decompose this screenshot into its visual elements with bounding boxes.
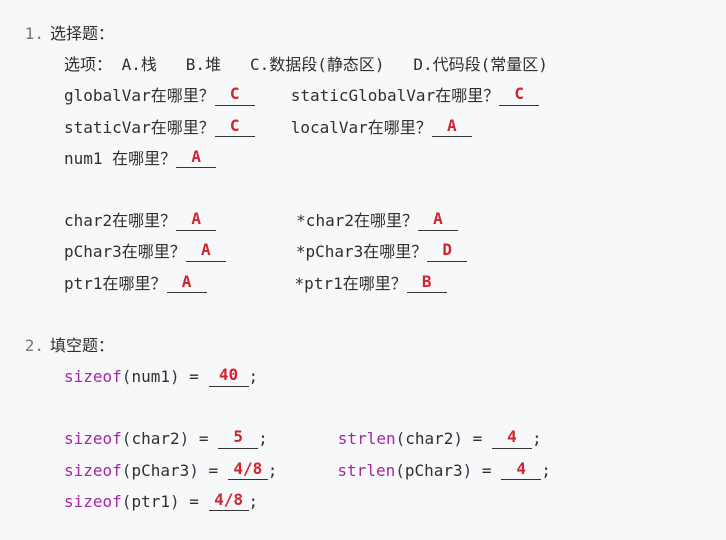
q1-options-text: 选项： A.栈 B.堆 C.数据段(静态区) D.代码段(常量区) bbox=[64, 55, 548, 74]
q1-r2-right-ans: A bbox=[447, 116, 457, 135]
q1b-r2-left-ans: A bbox=[201, 240, 211, 259]
q1-r1-right-label: staticGlobalVar在哪里？ bbox=[291, 86, 500, 105]
q1-r3-left-ans: A bbox=[191, 147, 201, 166]
q2-l3-rarg: char2 bbox=[405, 429, 453, 448]
fn-sizeof: sizeof bbox=[64, 429, 122, 448]
q1b-r1-right-ans: A bbox=[433, 209, 443, 228]
q2-l4-lans: 4/8 bbox=[233, 459, 262, 478]
q1-options: 选项： A.栈 B.堆 C.数据段(静态区) D.代码段(常量区) bbox=[24, 49, 702, 80]
q1-r2-right-label: localVar在哪里？ bbox=[291, 118, 432, 137]
q1-number: 1. bbox=[24, 18, 44, 49]
q1-r1-right-ans: C bbox=[514, 84, 524, 103]
q2-l4-rarg: pChar3 bbox=[405, 461, 463, 480]
q1b-r2-right-ans: D bbox=[442, 240, 452, 259]
fn-sizeof: sizeof bbox=[64, 492, 122, 511]
q1b-r3-right-label: *ptr1在哪里？ bbox=[295, 274, 407, 293]
q2-l3-rans: 4 bbox=[507, 427, 517, 446]
q2-l4-larg: pChar3 bbox=[131, 461, 189, 480]
q1b-r2-left-label: pChar3在哪里？ bbox=[64, 242, 186, 261]
q2-l4-rans: 4 bbox=[516, 459, 526, 478]
q1-row-2: staticVar在哪里？ ClocalVar在哪里？ A bbox=[24, 112, 702, 143]
q1b-row-2: pChar3在哪里？ A *pChar3在哪里？ D bbox=[24, 236, 702, 267]
q1b-row-1: char2在哪里？ A *char2在哪里？ A bbox=[24, 205, 702, 236]
q1b-r1-left-ans: A bbox=[191, 209, 201, 228]
q1b-row-3: ptr1在哪里？ A *ptr1在哪里？ B bbox=[24, 268, 702, 299]
q1-r2-left-label: staticVar在哪里？ bbox=[64, 118, 215, 137]
q2-line-3: sizeof(char2) = 5;strlen(char2) = 4; bbox=[24, 423, 702, 454]
fn-strlen: strlen bbox=[338, 429, 396, 448]
q1b-r1-left-label: char2在哪里？ bbox=[64, 211, 176, 230]
q1-r2-left-ans: C bbox=[230, 116, 240, 135]
q1-title: 选择题： bbox=[50, 24, 114, 43]
q1b-r3-right-ans: B bbox=[422, 272, 432, 291]
q1-header: 1. 选择题： bbox=[24, 18, 702, 49]
q2-l3-larg: char2 bbox=[131, 429, 179, 448]
q2-number: 2. bbox=[24, 330, 44, 361]
q2-line-5: sizeof(ptr1) = 4/8; bbox=[24, 486, 702, 517]
q2-line-4: sizeof(pChar3) = 4/8;strlen(pChar3) = 4; bbox=[24, 455, 702, 486]
q1b-r2-right-label: *pChar3在哪里？ bbox=[296, 242, 427, 261]
blank-row-2 bbox=[24, 299, 702, 330]
q1b-r3-left-ans: A bbox=[182, 272, 192, 291]
q2-header: 2. 填空题： bbox=[24, 330, 702, 361]
q1b-r1-right-label: *char2在哪里？ bbox=[296, 211, 418, 230]
q2-l5-lans: 4/8 bbox=[214, 490, 243, 509]
q2-title: 填空题： bbox=[50, 336, 114, 355]
worksheet: 1. 选择题： 选项： A.栈 B.堆 C.数据段(静态区) D.代码段(常量区)… bbox=[0, 0, 726, 535]
fn-sizeof: sizeof bbox=[64, 461, 122, 480]
q2-l1-arg: num1 bbox=[131, 367, 170, 386]
q1-r1-left-label: globalVar在哪里？ bbox=[64, 86, 215, 105]
q2-l1-ans: 40 bbox=[219, 365, 238, 384]
fn-strlen: strlen bbox=[337, 461, 395, 480]
q2-l3-lans: 5 bbox=[233, 427, 243, 446]
blank-row-3 bbox=[24, 392, 702, 423]
q2-line-1: sizeof(num1) = 40; bbox=[24, 361, 702, 392]
blank-row-1 bbox=[24, 174, 702, 205]
q1-row-3: num1 在哪里？ A bbox=[24, 143, 702, 174]
q1b-r3-left-label: ptr1在哪里？ bbox=[64, 274, 167, 293]
fn-sizeof: sizeof bbox=[64, 367, 122, 386]
q2-l5-larg: ptr1 bbox=[131, 492, 170, 511]
q1-r1-left-ans: C bbox=[230, 84, 240, 103]
q1-row-1: globalVar在哪里？ CstaticGlobalVar在哪里？ C bbox=[24, 80, 702, 111]
q1-r3-left-label: num1 在哪里？ bbox=[64, 149, 176, 168]
